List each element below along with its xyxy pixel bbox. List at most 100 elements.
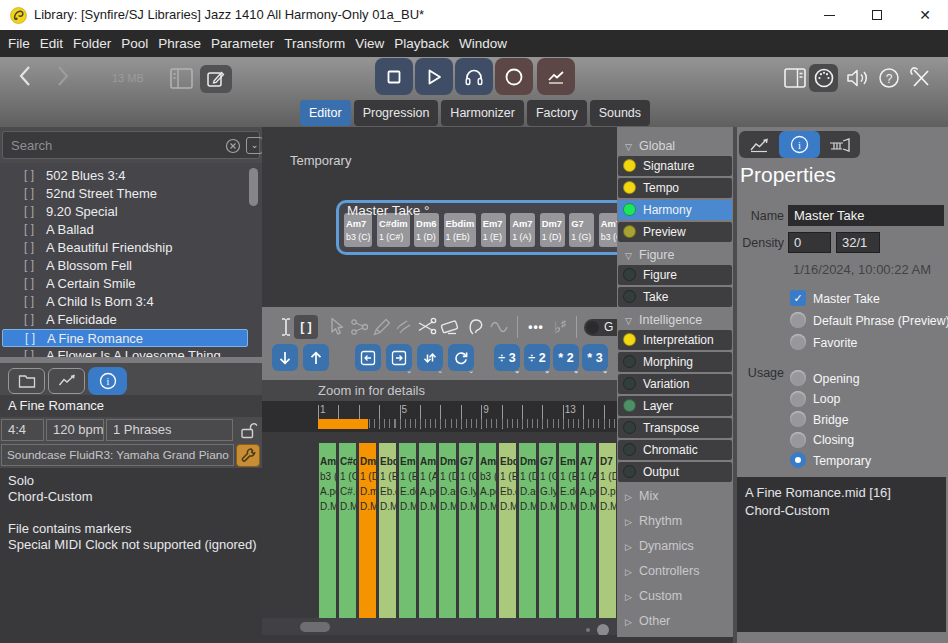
- param-section-custom[interactable]: ▷Custom: [617, 584, 733, 609]
- brackets-tool-icon[interactable]: [ ]: [294, 315, 318, 339]
- param-item-figure[interactable]: Figure: [618, 265, 732, 285]
- radio-unselected[interactable]: [790, 411, 806, 427]
- close-button[interactable]: ✕: [908, 0, 942, 30]
- nodes-tool-icon[interactable]: [348, 315, 372, 339]
- radio-selected[interactable]: [790, 452, 806, 468]
- chord-block[interactable]: Am7b3 (C): [344, 213, 372, 247]
- param-item-chromatic[interactable]: Chromatic: [618, 440, 732, 460]
- grid-column[interactable]: G71 (G)G.lyD.M: [539, 443, 556, 618]
- move-down-button[interactable]: [272, 344, 298, 371]
- param-section-controllers[interactable]: ▷Controllers: [617, 559, 733, 584]
- grid-column[interactable]: Em71 (E)E.doD.M: [399, 443, 416, 618]
- cycle-button[interactable]: ⌄: [448, 344, 474, 371]
- list-item[interactable]: [ ]A Beautiful Friendship: [2, 239, 248, 257]
- param-section-rhythm[interactable]: ▷Rhythm: [617, 509, 733, 534]
- master-take-container[interactable]: Master Take ° Am7b3 (C)C#dim1 (C#)Dm61 (…: [336, 200, 617, 255]
- chord-block[interactable]: G71 (G): [569, 213, 594, 247]
- chord-grid[interactable]: Am7b3 (C)A.peD.MC#dim1 (C#)C#.dD.MDm61 (…: [262, 432, 617, 618]
- eraser-tool-icon[interactable]: [438, 315, 462, 339]
- more-options-icon[interactable]: •••: [523, 315, 549, 339]
- list-item[interactable]: [ ]A Blossom Fell: [2, 257, 248, 275]
- grid-column[interactable]: A71 (A)A.peD.M: [579, 443, 596, 618]
- record-button[interactable]: [495, 58, 533, 95]
- audio-speaker-icon[interactable]: [845, 66, 871, 90]
- wave-tool-icon[interactable]: [487, 315, 511, 339]
- density-input[interactable]: 0: [788, 232, 831, 253]
- lasso-tool-icon[interactable]: [464, 315, 488, 339]
- help-icon[interactable]: ?: [878, 67, 900, 89]
- param-item-output[interactable]: Output: [618, 462, 732, 482]
- accidentals-icon[interactable]: ♭♯: [548, 315, 572, 339]
- chord-block[interactable]: Ebdim1 (Eb): [444, 213, 477, 247]
- list-item[interactable]: [ ]A Ballad: [2, 221, 248, 239]
- checkbox-checked[interactable]: ✓: [790, 290, 806, 306]
- param-section-figure[interactable]: ▽Figure: [617, 245, 733, 265]
- menu-pool[interactable]: Pool: [116, 30, 153, 57]
- menu-window[interactable]: Window: [454, 30, 512, 57]
- menu-parameter[interactable]: Parameter: [206, 30, 279, 57]
- tab-folder[interactable]: [8, 368, 45, 394]
- list-item[interactable]: [ ]A Felicidade: [2, 311, 248, 329]
- param-item-signature[interactable]: Signature: [618, 156, 732, 176]
- edit-button[interactable]: [200, 65, 232, 93]
- param-item-take[interactable]: Take: [618, 287, 732, 307]
- menu-playback[interactable]: Playback: [389, 30, 454, 57]
- menu-folder[interactable]: Folder: [68, 30, 116, 57]
- tempo-field[interactable]: 120 bpm: [46, 419, 104, 441]
- param-item-morphing[interactable]: Morphing: [618, 352, 732, 372]
- timeline-ruler[interactable]: 15913: [262, 401, 617, 432]
- maximize-button[interactable]: [860, 0, 894, 30]
- tab-instrument[interactable]: [820, 131, 860, 158]
- tab-chart[interactable]: [48, 368, 85, 394]
- tools-icon[interactable]: [908, 66, 934, 90]
- chord-block[interactable]: Em71 (E): [481, 213, 506, 247]
- tab-info[interactable]: i: [88, 367, 127, 395]
- chord-block[interactable]: Am7b3 (C): [599, 213, 617, 247]
- grid-column[interactable]: Ebdim1 (Eb)Eb.dD.M: [499, 443, 516, 618]
- sound-field[interactable]: Soundcase FluidR3: Yamaha Grand Piano: [1, 444, 234, 466]
- grid-column[interactable]: Dm71 (D)D.aeD.M: [439, 443, 456, 618]
- main-tab-harmonizer[interactable]: Harmonizer: [441, 100, 524, 126]
- list-item[interactable]: [ ]A Flower Is A Lovesome Thing: [2, 347, 248, 357]
- midi-button[interactable]: [809, 64, 838, 92]
- param-item-interpretation[interactable]: Interpretation: [618, 330, 732, 350]
- param-section-other[interactable]: ▷Other: [617, 609, 733, 634]
- phrases-field[interactable]: 1 Phrases: [106, 419, 233, 441]
- checkbox-unchecked[interactable]: [790, 334, 806, 350]
- unlock-icon[interactable]: [239, 419, 259, 440]
- audition-headphones-button[interactable]: [455, 58, 493, 95]
- main-tab-editor[interactable]: Editor: [300, 100, 351, 126]
- checkbox-unchecked[interactable]: [790, 312, 806, 328]
- monitor-button[interactable]: [537, 58, 575, 95]
- pencil-tool-icon[interactable]: [370, 315, 394, 339]
- insert-right-button[interactable]: ⌄: [386, 344, 412, 371]
- list-item[interactable]: [ ]52nd Street Theme: [2, 185, 248, 203]
- clear-search-icon[interactable]: [225, 138, 241, 154]
- density-unit-input[interactable]: 32/1: [836, 232, 880, 253]
- tab-phrase-chart[interactable]: [739, 131, 779, 158]
- menu-phrase[interactable]: Phrase: [153, 30, 206, 57]
- signature-field[interactable]: 4:4: [1, 419, 44, 441]
- sound-settings-button[interactable]: [236, 444, 260, 467]
- name-input[interactable]: Master Take: [788, 205, 944, 226]
- play-button[interactable]: [415, 58, 453, 95]
- menu-file[interactable]: File: [3, 30, 35, 57]
- grid-column[interactable]: Am71 (A)A.peD.M: [419, 443, 436, 618]
- back-icon[interactable]: [14, 63, 38, 89]
- menu-transform[interactable]: Transform: [279, 30, 350, 57]
- main-tab-factory[interactable]: Factory: [527, 100, 587, 126]
- stop-button[interactable]: [375, 58, 413, 95]
- grid-column[interactable]: G71 (G)G.lyD.M: [459, 443, 476, 618]
- list-item[interactable]: [ ]A Child Is Born 3:4: [2, 293, 248, 311]
- main-tab-progression[interactable]: Progression: [354, 100, 439, 126]
- chord-block[interactable]: Dm61 (D): [414, 213, 439, 247]
- main-tab-sounds[interactable]: Sounds: [590, 100, 650, 126]
- split-view-icon[interactable]: [783, 67, 807, 89]
- zoom-div3-button[interactable]: ÷ 3⌄: [494, 344, 520, 371]
- zoom-div2-button[interactable]: ÷ 2⌄: [524, 344, 550, 371]
- minimize-button[interactable]: [812, 0, 846, 30]
- param-section-intelligence[interactable]: ▽Intelligence: [617, 310, 733, 330]
- param-section-global[interactable]: ▽Global: [617, 136, 733, 156]
- param-item-layer[interactable]: Layer: [618, 396, 732, 416]
- grid-column[interactable]: Am7b3 (C)A.peD.M: [479, 443, 496, 618]
